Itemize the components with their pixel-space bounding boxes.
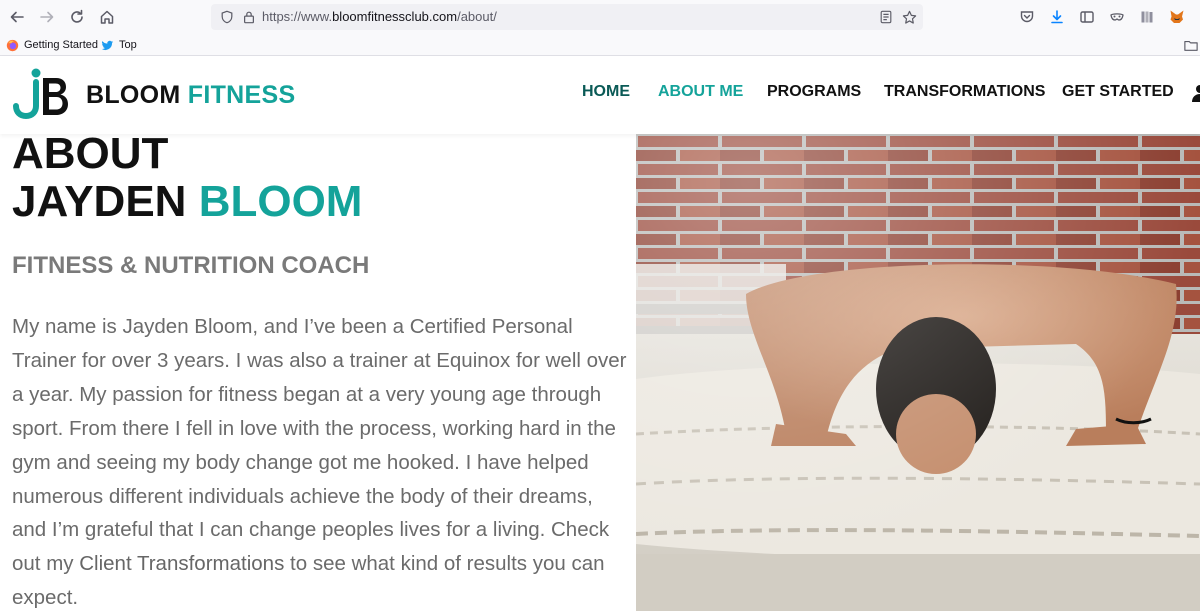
home-button[interactable] bbox=[95, 5, 119, 29]
fox-icon bbox=[1170, 10, 1184, 23]
arrow-left-icon bbox=[10, 11, 24, 23]
bookmark-label: Top bbox=[119, 39, 137, 51]
browser-toolbar: https://www.bloomfitnessclub.com/about/ bbox=[0, 0, 1200, 34]
url-host: bloomfitnessclub.com bbox=[332, 9, 458, 24]
reload-icon bbox=[71, 9, 83, 23]
heading-first-name: JAYDEN bbox=[12, 177, 187, 226]
jb-logo-icon bbox=[13, 68, 68, 120]
coach-subtitle: FITNESS & NUTRITION COACH bbox=[12, 252, 370, 279]
url-text[interactable]: https://www.bloomfitnessclub.com/about/ bbox=[262, 4, 497, 30]
bookmark-getting-started[interactable]: Getting Started bbox=[6, 37, 98, 53]
url-prefix: https://www. bbox=[262, 9, 333, 24]
sidebar-icon bbox=[1080, 11, 1094, 23]
other-bookmarks[interactable] bbox=[1184, 37, 1198, 53]
nav-transformations[interactable]: TRANSFORMATIONS bbox=[884, 83, 1045, 101]
sidebar-button[interactable] bbox=[1075, 5, 1099, 29]
back-button[interactable] bbox=[5, 5, 29, 29]
library-button[interactable] bbox=[1135, 5, 1159, 29]
address-bar[interactable]: https://www.bloomfitnessclub.com/about/ bbox=[211, 4, 923, 30]
bio-text: My name is Jayden Bloom, and I’ve been a… bbox=[12, 315, 627, 576]
heading-last-name: BLOOM bbox=[198, 177, 363, 226]
heading-name: JAYDEN BLOOM bbox=[12, 176, 362, 228]
nav-home[interactable]: HOME bbox=[582, 83, 630, 101]
heading-about: ABOUT bbox=[12, 129, 169, 178]
pocket-button[interactable] bbox=[1015, 5, 1039, 29]
bookmark-top[interactable]: Top bbox=[101, 37, 137, 53]
lock-icon[interactable] bbox=[241, 9, 257, 25]
client-transformations-link[interactable]: Client Transformations bbox=[79, 552, 284, 575]
folder-icon bbox=[1184, 40, 1198, 51]
nav-get-started[interactable]: GET STARTED bbox=[1062, 83, 1174, 101]
metamask-button[interactable] bbox=[1165, 5, 1189, 29]
nav-programs[interactable]: PROGRAMS bbox=[767, 83, 861, 101]
arrow-right-icon bbox=[40, 11, 54, 23]
bookmark-label: Getting Started bbox=[24, 39, 98, 51]
about-section: ABOUT JAYDEN BLOOM FITNESS & NUTRITION C… bbox=[0, 129, 636, 611]
url-path: /about/ bbox=[457, 9, 497, 24]
bookmarks-toolbar: Getting Started Top bbox=[0, 34, 1200, 56]
pushup-photo-illustration bbox=[636, 134, 1200, 611]
site-header: BLOOM FITNESS HOME ABOUT ME PROGRAMS TRA… bbox=[0, 56, 1200, 134]
extension-button[interactable] bbox=[1105, 5, 1129, 29]
shield-icon[interactable] bbox=[219, 9, 235, 25]
brand-accent: FITNESS bbox=[187, 80, 296, 109]
hero-photo bbox=[636, 134, 1200, 611]
brand-main: BLOOM bbox=[86, 80, 181, 109]
mask-icon bbox=[1110, 13, 1124, 21]
brand-name: BLOOM FITNESS bbox=[86, 81, 295, 110]
home-icon bbox=[100, 10, 114, 24]
firefox-icon bbox=[6, 39, 19, 52]
user-icon[interactable] bbox=[1190, 84, 1200, 102]
twitter-icon bbox=[101, 39, 114, 52]
bookmark-star-icon[interactable] bbox=[901, 9, 917, 25]
library-icon bbox=[1141, 11, 1153, 23]
downloads-button[interactable] bbox=[1045, 5, 1069, 29]
download-icon bbox=[1051, 10, 1063, 24]
forward-button[interactable] bbox=[35, 5, 59, 29]
nav-about-me[interactable]: ABOUT ME bbox=[658, 83, 743, 101]
pocket-icon bbox=[1020, 11, 1034, 23]
reload-button[interactable] bbox=[65, 5, 89, 29]
bio-paragraph: My name is Jayden Bloom, and I’ve been a… bbox=[12, 310, 630, 611]
reader-view-icon[interactable] bbox=[878, 9, 894, 25]
site-logo[interactable]: BLOOM FITNESS bbox=[12, 68, 295, 122]
